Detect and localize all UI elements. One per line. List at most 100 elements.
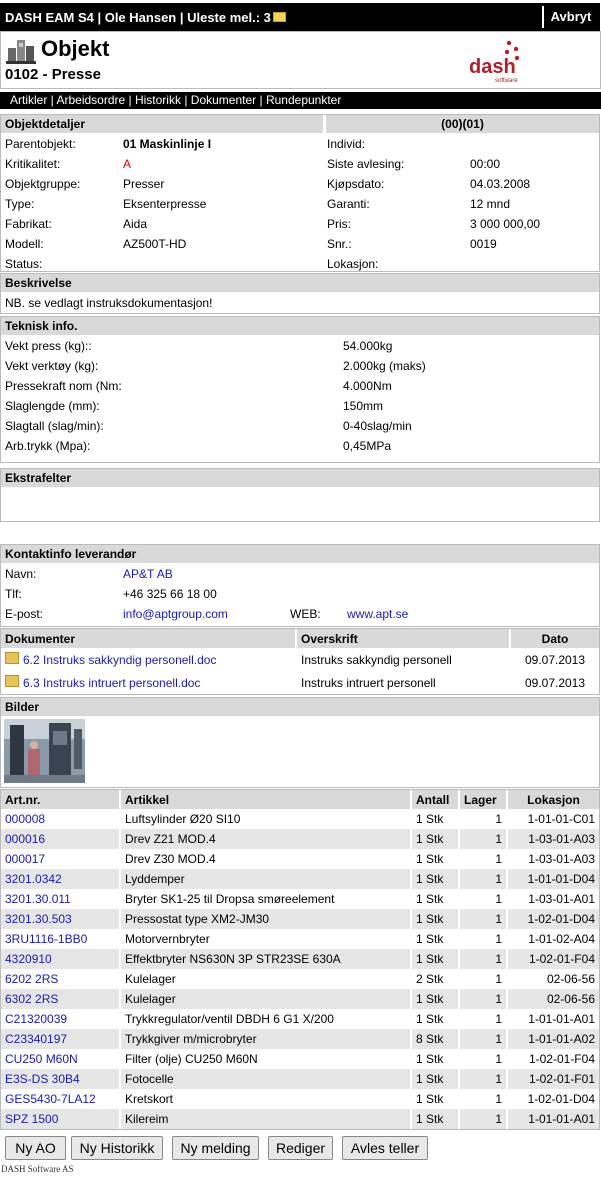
detail-value: 3 000 000,00 — [470, 217, 541, 231]
article-name: Lyddemper — [121, 869, 412, 889]
article-stock: 1 — [460, 929, 508, 949]
envelope-icon[interactable] — [272, 11, 286, 22]
article-number-link[interactable]: 3201.0342 — [5, 872, 62, 886]
dash-logo: dash software — [469, 40, 520, 84]
tech-info-section: Teknisk info. Vekt press (kg):: 54.000kg … — [0, 316, 600, 463]
detail-label: Lokasjon: — [327, 257, 379, 271]
article-number-link[interactable]: 000017 — [5, 852, 45, 866]
document-link[interactable]: 6.2 Instruks sakkyndig personell.doc — [23, 653, 216, 667]
article-name: Fotocelle — [121, 1069, 412, 1089]
object-image-thumbnail[interactable] — [4, 719, 85, 783]
article-stock: 1 — [460, 809, 508, 829]
nav-dokumenter[interactable]: Dokumenter — [191, 93, 256, 107]
edit-button[interactable]: Rediger — [268, 1136, 333, 1160]
article-location: 1-01-01-A01 — [508, 1109, 599, 1129]
article-number-link[interactable]: C23340197 — [5, 1032, 67, 1046]
article-number-cell: CU250 M60N — [1, 1049, 121, 1069]
section-nav: Artikler | Arbeidsordre | Historikk | Do… — [0, 92, 601, 109]
article-number-link[interactable]: CU250 M60N — [5, 1052, 78, 1066]
article-name: Trykkgiver m/microbryter — [121, 1029, 412, 1049]
article-number-link[interactable]: 3201.30.503 — [5, 912, 72, 926]
tech-value: 0-40slag/min — [343, 419, 412, 433]
extra-fields-section: Ekstrafelter — [0, 468, 600, 522]
supplier-phone: +46 325 66 18 00 — [123, 587, 217, 601]
col-header-documents: Dokumenter — [1, 629, 297, 648]
article-number-link[interactable]: 4320910 — [5, 952, 52, 966]
article-quantity: 1 Stk — [412, 869, 460, 889]
article-quantity: 2 Stk — [412, 969, 460, 989]
document-link[interactable]: 6.3 Instruks intruert personell.doc — [23, 676, 200, 690]
article-number-link[interactable]: GES5430-7LA12 — [5, 1092, 96, 1106]
page-header: Objekt 0102 - Presse dash software — [0, 31, 601, 89]
detail-label: Type: — [5, 197, 35, 211]
detail-label: Fabrikat: — [5, 217, 52, 231]
article-row: 4320910 Effektbryter NS630N 3P STR23SE 63… — [1, 949, 599, 969]
article-name: Drev Z21 MOD.4 — [121, 829, 412, 849]
detail-row: Status: Lokasjon: — [1, 254, 599, 274]
tech-row: Slaglengde (mm): 150mm — [1, 396, 599, 416]
name-label: Navn: — [5, 567, 37, 581]
supplier-name-link[interactable]: AP&T AB — [123, 567, 173, 581]
email-label: E-post: — [5, 607, 44, 621]
new-history-button[interactable]: Ny Historikk — [71, 1136, 163, 1160]
article-location: 02-06-56 — [546, 972, 595, 986]
article-number-link[interactable]: 6202 2RS — [5, 972, 58, 986]
description-heading: Beskrivelse — [1, 274, 599, 293]
phone-label: Tlf: — [5, 587, 22, 601]
tech-value: 4.000Nm — [343, 379, 392, 393]
nav-rundepunkter[interactable]: Rundepunkter — [266, 93, 341, 107]
col-header-article: Artikkel — [121, 790, 412, 809]
article-row: 3201.0342 Lyddemper 1 Stk 1 1-01-01-D04 — [1, 869, 599, 889]
article-number-link[interactable]: 3201.30.011 — [5, 892, 71, 906]
article-stock: 1 — [460, 989, 508, 1009]
article-number-link[interactable]: 000016 — [5, 832, 45, 846]
detail-value: Presser — [123, 177, 165, 191]
article-stock: 1 — [460, 909, 508, 929]
footer-text: DASH Software AS — [1, 1164, 74, 1174]
article-number-link[interactable]: 000008 — [5, 812, 45, 826]
top-bar: DASH EAM S4 | Ole Hansen | Uleste mel.: … — [0, 3, 600, 31]
document-date: 09.07.2013 — [524, 652, 586, 667]
col-header-date: Dato — [511, 629, 599, 648]
article-stock: 1 — [460, 1009, 508, 1029]
detail-label: Individ: — [327, 137, 366, 151]
article-row: 000016 Drev Z21 MOD.4 1 Stk 1 1-03-01-A03 — [1, 829, 599, 849]
article-number-link[interactable]: E3S-DS 30B4 — [5, 1072, 80, 1086]
new-message-button[interactable]: Ny melding — [172, 1136, 259, 1160]
tech-row: Slagtall (slag/min): 0-40slag/min — [1, 416, 599, 436]
article-location: 1-02-01-F04 — [528, 1052, 595, 1066]
supplier-web-link[interactable]: www.apt.se — [347, 607, 408, 621]
nav-historikk[interactable]: Historikk — [135, 93, 181, 107]
article-location: 1-01-01-D04 — [508, 869, 599, 889]
cancel-button[interactable]: Avbryt — [542, 6, 598, 28]
col-header-location: Lokasjon — [508, 790, 599, 809]
article-location: 1-02-01-D04 — [508, 909, 599, 929]
article-quantity: 1 Stk — [412, 1049, 460, 1069]
object-subtitle: 0102 - Presse — [5, 66, 101, 83]
article-number-link[interactable]: 3RU1116-1BB0 — [5, 932, 87, 946]
article-row: 000017 Drev Z30 MOD.4 1 Stk 1 1-03-01-A03 — [1, 849, 599, 869]
nav-arbeidsordre[interactable]: Arbeidsordre — [56, 93, 125, 107]
tech-row: Arb.trykk (Mpa): 0,45MPa — [1, 436, 599, 456]
article-number-link[interactable]: C21320039 — [5, 1012, 67, 1026]
article-row: 6202 2RS Kulelager 2 Stk 1 02-06-56 — [1, 969, 599, 989]
article-number-link[interactable]: SPZ 1500 — [5, 1112, 58, 1126]
new-work-order-button[interactable]: Ny AO — [5, 1136, 66, 1160]
machine-icon — [6, 40, 36, 64]
detail-label: Objektgruppe: — [5, 177, 81, 191]
col-header-title: Overskrift — [297, 629, 511, 648]
article-number-cell: C21320039 — [1, 1009, 121, 1029]
object-code: (00)(01) — [326, 115, 599, 134]
detail-label: Siste avlesing: — [327, 157, 405, 171]
article-quantity: 1 Stk — [412, 929, 460, 949]
articles-section: Art.nr. Artikkel Antall Lager Lokasjon 0… — [0, 789, 600, 1130]
article-row: GES5430-7LA12 Kretskort 1 Stk 1 1-02-01-D04 — [1, 1089, 599, 1109]
article-number-link[interactable]: 6302 2RS — [5, 992, 58, 1006]
read-counter-button[interactable]: Avles teller — [342, 1136, 428, 1160]
supplier-email-link[interactable]: info@aptgroup.com — [123, 607, 228, 621]
tech-heading: Teknisk info. — [1, 317, 599, 336]
svg-text:software: software — [495, 78, 518, 84]
article-number-cell: 3201.30.011 — [1, 889, 121, 909]
nav-artikler[interactable]: Artikler — [10, 93, 47, 107]
tech-label: Vekt verktøy (kg): — [5, 359, 99, 373]
